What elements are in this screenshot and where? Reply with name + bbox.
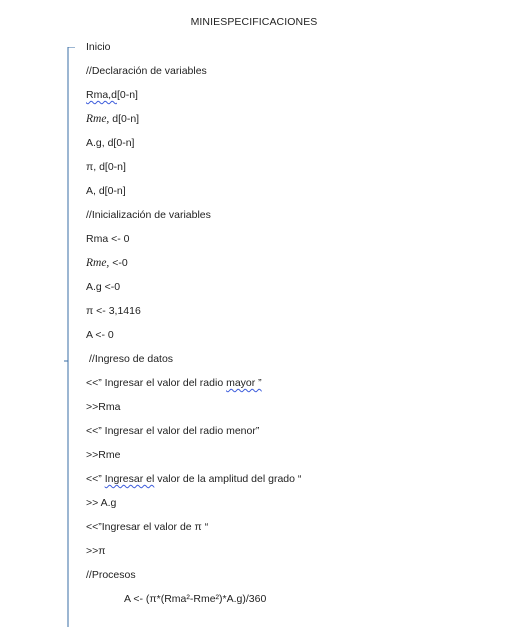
- code-text: //Procesos: [86, 569, 136, 581]
- code-text: A <- 0: [86, 329, 114, 341]
- code-text: A.g <-0: [86, 281, 121, 293]
- code-line: A <- 0: [86, 328, 114, 342]
- code-text: <<”: [86, 473, 105, 485]
- code-text: <<” Ingresar el valor del radio menor”: [86, 425, 260, 437]
- brace-bracket: [64, 47, 75, 627]
- code-italic-variable: Rme,: [86, 257, 110, 269]
- code-text: d[0-n]: [109, 113, 140, 125]
- code-text: A <- (π*(Rma²-Rme²)*A.g)/360: [124, 593, 267, 605]
- code-line: <<” Ingresar el valor del radio mayor ”: [86, 376, 262, 390]
- code-text: A.g, d[0-n]: [86, 137, 135, 149]
- code-line: //Inicialización de variables: [86, 208, 211, 222]
- code-line: >> A.g: [86, 496, 116, 510]
- code-line: //Declaración de variables: [86, 64, 207, 78]
- code-line: Rma <- 0: [86, 232, 129, 246]
- code-text: [0-n]: [116, 89, 138, 101]
- code-text: >>Rme: [86, 449, 121, 461]
- code-italic-variable: Rme,: [86, 113, 110, 125]
- code-text: Rma <- 0: [86, 233, 130, 245]
- code-text: <<” Ingresar el valor del radio: [86, 377, 227, 389]
- code-line: Rme, d[0-n]: [86, 112, 139, 126]
- code-text: //Declaración de variables: [86, 65, 207, 77]
- spellcheck-underlined-text: Rma,d: [86, 89, 117, 101]
- code-text: π, d[0-n]: [86, 161, 126, 173]
- code-line: <<” Ingresar el valor de la amplitud del…: [86, 472, 301, 486]
- spellcheck-underlined-text: Ingresar el: [104, 473, 155, 485]
- code-line: Rma,d[0-n]: [86, 88, 138, 102]
- code-text: <<”Ingresar el valor de π “: [86, 521, 209, 533]
- code-line: >>Rme: [86, 448, 120, 462]
- code-text: <-0: [109, 257, 128, 269]
- code-line: A.g <-0: [86, 280, 120, 294]
- code-line: A.g, d[0-n]: [86, 136, 134, 150]
- code-line: A <- (π*(Rma²-Rme²)*A.g)/360: [124, 592, 266, 606]
- code-line: >>Rma: [86, 400, 120, 414]
- code-line: //Procesos: [86, 568, 136, 582]
- code-line: A, d[0-n]: [86, 184, 126, 198]
- code-line: Rme, <-0: [86, 256, 128, 270]
- code-text: A, d[0-n]: [86, 185, 126, 197]
- code-line: π <- 3,1416: [86, 304, 141, 318]
- spellcheck-underlined-text: mayor ”: [226, 377, 262, 389]
- code-line: <<”Ingresar el valor de π “: [86, 520, 208, 534]
- code-text: >>Rma: [86, 401, 121, 413]
- code-line: >>π: [86, 544, 106, 558]
- code-text: //Inicialización de variables: [86, 209, 211, 221]
- code-line: Inicio: [86, 40, 111, 54]
- code-text: >>π: [86, 545, 106, 557]
- page-title: MINIESPECIFICACIONES: [190, 16, 318, 28]
- code-text: Inicio: [86, 41, 111, 53]
- code-text: //Ingreso de datos: [89, 353, 174, 365]
- code-line: <<” Ingresar el valor del radio menor”: [86, 424, 259, 438]
- code-text: π <- 3,1416: [86, 305, 141, 317]
- code-line: //Ingreso de datos: [89, 352, 173, 366]
- code-text: valor de la amplitud del grado “: [154, 473, 302, 485]
- code-text: >> A.g: [86, 497, 117, 509]
- code-line: π, d[0-n]: [86, 160, 126, 174]
